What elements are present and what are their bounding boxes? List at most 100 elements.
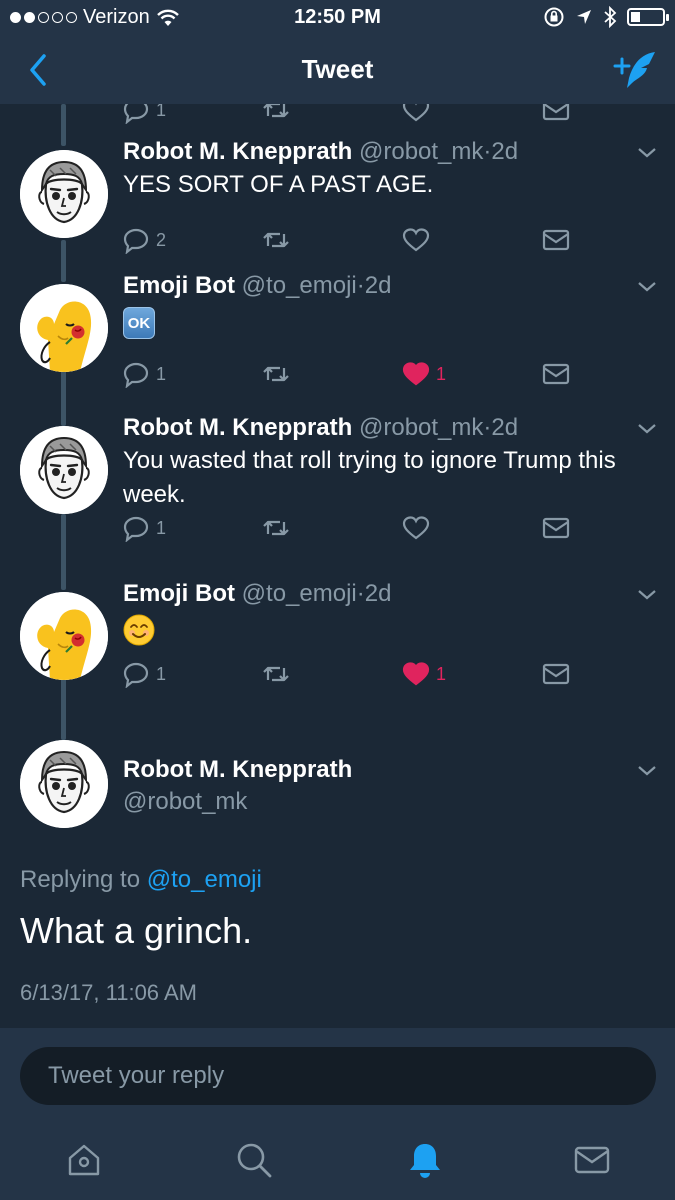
bluetooth-icon (604, 6, 617, 28)
reply-icon (123, 228, 149, 254)
reply-button[interactable]: 1 (122, 360, 166, 388)
rotation-lock-icon (544, 7, 564, 27)
like-button[interactable] (402, 514, 436, 542)
tweet-text: What a grinch. (20, 910, 253, 951)
envelope-icon (542, 663, 570, 685)
retweet-icon (263, 232, 289, 248)
avatar[interactable] (20, 426, 108, 514)
navigation-bar: Tweet (0, 36, 675, 104)
author-name[interactable]: Robot M. Knepprath (123, 138, 352, 165)
robot-avatar-image (20, 426, 108, 514)
retweet-icon (263, 104, 289, 118)
reply-button[interactable]: 2 (122, 226, 166, 254)
retweet-button[interactable] (262, 660, 290, 688)
thread-line (61, 678, 66, 740)
retweet-button[interactable] (262, 104, 290, 124)
tweet-age[interactable]: 2d (491, 414, 518, 441)
notifications-icon[interactable] (403, 1138, 447, 1182)
retweet-icon (263, 520, 289, 536)
reply-count: 1 (156, 363, 167, 384)
retweet-button[interactable] (262, 226, 290, 254)
reply-count: 1 (156, 517, 167, 538)
tweet-actions: 2 (122, 226, 582, 256)
location-icon (577, 10, 591, 24)
author-handle[interactable]: @to_emoji (242, 272, 357, 299)
heart-icon (402, 104, 430, 122)
tweet-age[interactable]: 2d (365, 580, 392, 607)
page-title: Tweet (301, 54, 374, 84)
messages-icon[interactable] (570, 1138, 614, 1182)
avatar[interactable] (20, 284, 108, 372)
tweet-header: Emoji Bot @to_emoji·2d (123, 272, 391, 300)
like-button[interactable]: 1 (402, 660, 446, 688)
thread-line (61, 514, 66, 590)
tweet-actions: 11 (122, 660, 582, 690)
author-name[interactable]: Robot M. Knepprath (123, 414, 352, 441)
heart-icon (402, 662, 430, 686)
retweet-button[interactable] (262, 360, 290, 388)
author-handle[interactable]: @robot_mk (359, 414, 483, 441)
reply-button[interactable]: 1 (122, 514, 166, 542)
author-name[interactable]: Emoji Bot (123, 272, 235, 299)
reply-button[interactable]: 1 (122, 660, 166, 688)
like-count: 1 (436, 363, 447, 384)
heart-icon (402, 362, 430, 386)
heart-icon (402, 228, 430, 252)
status-bar: Verizon 12:50 PM (0, 0, 675, 36)
tweet-text: You wasted that roll trying to ignore Tr… (123, 447, 616, 508)
author-name[interactable]: Emoji Bot (123, 580, 235, 607)
author-handle[interactable]: @robot_mk (123, 788, 247, 816)
chevron-down-icon[interactable] (635, 582, 659, 606)
tweet-actions: 11 (122, 360, 582, 390)
reply-icon (123, 516, 149, 542)
avatar[interactable] (20, 740, 108, 828)
reply-icon (123, 362, 149, 388)
avatar[interactable] (20, 592, 108, 680)
envelope-icon (542, 363, 570, 385)
replying-to: Replying to @to_emoji (20, 866, 262, 894)
top-bar: Verizon 12:50 PM Tweet (0, 0, 675, 104)
direct-message-button[interactable] (542, 660, 570, 688)
reply-composer (0, 1028, 675, 1128)
author-name[interactable]: Robot M. Knepprath (123, 756, 352, 784)
chevron-down-icon[interactable] (635, 140, 659, 164)
like-button[interactable] (402, 104, 430, 124)
chevron-down-icon[interactable] (635, 416, 659, 440)
retweet-button[interactable] (262, 514, 290, 542)
tweet-timestamp[interactable]: 6/13/17, 11:06 AM (20, 980, 197, 1006)
emoji-avatar-image (20, 284, 108, 372)
envelope-icon (542, 229, 570, 251)
compose-tweet-button[interactable] (611, 48, 659, 92)
search-icon[interactable] (232, 1138, 276, 1182)
direct-message-button[interactable] (542, 104, 570, 124)
tweet-age[interactable]: 2d (365, 272, 392, 299)
emoji-avatar-image (20, 592, 108, 680)
thread-line (61, 370, 66, 426)
author-handle[interactable]: @to_emoji (242, 580, 357, 607)
home-icon[interactable] (62, 1138, 106, 1182)
chevron-down-icon[interactable] (635, 274, 659, 298)
tweet-header: Robot M. Knepprath @robot_mk·2d (123, 414, 518, 442)
mention-link[interactable]: @to_emoji (147, 866, 262, 893)
tweet-header: Robot M. Knepprath @robot_mk·2d (123, 138, 518, 166)
author-handle[interactable]: @robot_mk (359, 138, 483, 165)
envelope-icon (542, 517, 570, 539)
reply-count: 2 (156, 229, 167, 250)
envelope-icon (542, 104, 570, 121)
separator: · (356, 272, 365, 299)
chevron-down-icon[interactable] (635, 758, 659, 782)
smiling-face-emoji (123, 614, 155, 646)
thread-line (61, 240, 66, 282)
direct-message-button[interactable] (542, 514, 570, 542)
like-button[interactable] (402, 226, 436, 254)
direct-message-button[interactable] (542, 360, 570, 388)
like-count: 1 (436, 663, 447, 684)
tweet-age[interactable]: 2d (491, 138, 518, 165)
reply-input[interactable] (20, 1047, 656, 1105)
reply-button[interactable]: 1 (122, 104, 166, 124)
tweet-text: YES SORT OF A PAST AGE. (123, 171, 434, 198)
robot-avatar-image (20, 740, 108, 828)
like-button[interactable]: 1 (402, 360, 446, 388)
avatar[interactable] (20, 150, 108, 238)
direct-message-button[interactable] (542, 226, 570, 254)
